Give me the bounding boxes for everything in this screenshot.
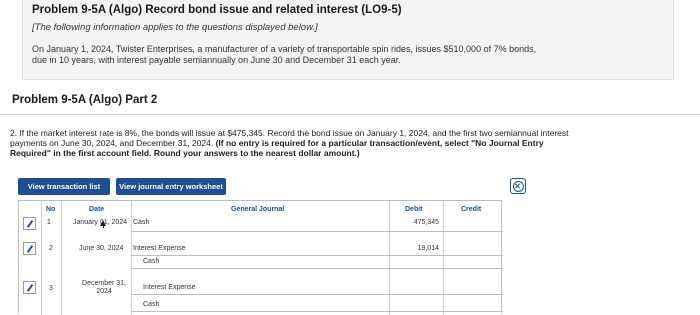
part-title: Problem 9-5A (Algo) Part 2 (12, 94, 158, 106)
account-cell[interactable]: Interest Expense (133, 245, 186, 252)
row-date: June 30, 2024 (79, 245, 124, 252)
header-credit: Credit (461, 206, 482, 213)
header-debit: Debit (405, 206, 423, 213)
account-cell[interactable]: Cash (143, 258, 159, 265)
intro-text: On January 1, 2024, Twister Enterprises,… (32, 44, 537, 65)
row-no: 1 (47, 219, 51, 226)
question-text: 2. If the market interest rate is 8%, th… (10, 128, 570, 158)
pencil-icon[interactable] (23, 281, 36, 294)
debit-cell[interactable]: 475,345 (399, 219, 439, 226)
intro-note: [The following information applies to th… (32, 22, 318, 33)
row-no: 3 (49, 285, 53, 292)
problem-title: Problem 9-5A (Algo) Record bond issue an… (32, 4, 402, 16)
view-journal-entry-worksheet-button[interactable]: View journal entry worksheet (116, 178, 226, 195)
divider (0, 114, 700, 115)
header-no: No (46, 206, 56, 213)
pencil-icon[interactable] (23, 242, 36, 255)
account-cell[interactable]: Cash (133, 219, 149, 226)
header-date: Date (89, 206, 105, 213)
row-date: December 31, 2024 (82, 280, 126, 295)
debit-cell[interactable]: 19,014 (399, 245, 439, 252)
account-cell[interactable]: Cash (143, 301, 159, 308)
account-cell[interactable]: Interest Expense (143, 284, 196, 291)
view-transaction-list-button[interactable]: View transaction list (18, 178, 110, 195)
row-no: 2 (49, 245, 53, 252)
pencil-icon[interactable] (23, 217, 36, 230)
mouse-pointer-icon (100, 220, 106, 228)
journal-table: No Date General Journal Debit Credit 1 J… (18, 200, 503, 315)
close-icon[interactable] (510, 178, 526, 194)
header-general-journal: General Journal (231, 206, 285, 213)
